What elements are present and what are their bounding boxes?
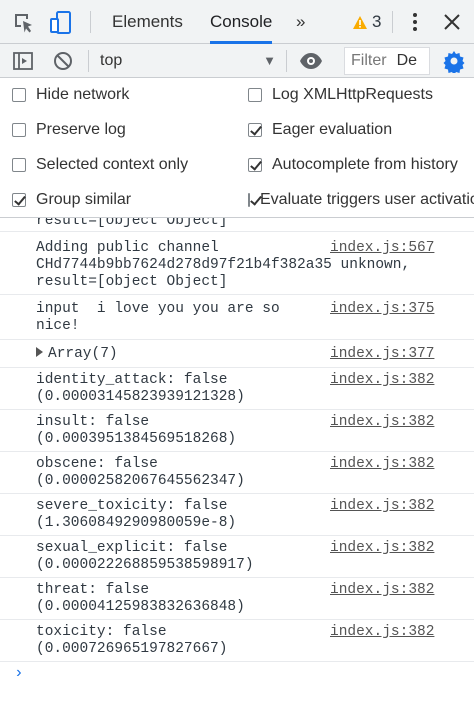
option-label: Autocomplete from history <box>272 156 458 173</box>
message-text: CHd7744b9bb7624d278d97f21b4f382a35 unkno… <box>36 257 411 273</box>
checkbox[interactable] <box>12 88 26 102</box>
filter-value: De <box>396 52 418 69</box>
option-label: Eager evaluation <box>272 121 393 138</box>
option-label: Preserve log <box>36 121 126 138</box>
array-expander[interactable]: Array(7) <box>36 346 118 363</box>
message-text: (0.00002582067645562347) <box>36 473 245 489</box>
console-message-array[interactable]: Array(7) index.js:377 <box>0 340 474 368</box>
dropdown-arrow-icon: ▼ <box>263 53 276 68</box>
message-text: (0.0003951384569518268) <box>36 431 237 447</box>
message-text: threat: false <box>36 582 150 598</box>
message-text: (0.00003145823939121328) <box>36 389 245 405</box>
message-text: severe_toxicity: false <box>36 498 228 514</box>
message-text: Array(7) <box>48 346 118 362</box>
warnings-badge[interactable]: 3 <box>352 12 381 32</box>
console-message: sexual_explicit: false (0.00002226885953… <box>0 536 474 578</box>
tab-elements[interactable]: Elements <box>112 0 183 44</box>
message-text: nice! <box>36 318 80 334</box>
source-link[interactable]: index.js:382 <box>330 540 434 557</box>
checkbox[interactable] <box>12 123 26 137</box>
evaluate-triggers-option[interactable]: Evaluate triggers user activation <box>248 188 474 212</box>
console-log: result=[object Object] Adding public cha… <box>0 218 474 710</box>
console-message: insult: false (0.0003951384569518268) in… <box>0 410 474 452</box>
message-text: (0.000022268859538598917) <box>36 557 254 573</box>
console-settings-panel: Hide network Preserve log Selected conte… <box>0 78 474 218</box>
option-label: Group similar <box>36 191 132 208</box>
source-link[interactable]: index.js:382 <box>330 624 434 641</box>
source-link[interactable]: index.js:375 <box>330 301 434 318</box>
message-text: insult: false <box>36 414 150 430</box>
message-text: identity_attack: false <box>36 372 228 388</box>
console-message-partial: result=[object Object] <box>0 218 474 232</box>
tab-console[interactable]: Console <box>210 0 273 44</box>
close-icon[interactable] <box>440 10 464 34</box>
message-text: Adding public channel <box>36 240 219 256</box>
option-label: Evaluate triggers user activation <box>260 191 474 208</box>
message-text: input i love you you are so <box>36 301 280 317</box>
clear-console-icon[interactable] <box>52 50 74 72</box>
message-text: result=[object Object] <box>36 274 228 290</box>
source-link[interactable]: index.js:382 <box>330 414 434 431</box>
autocomplete-from-history-option[interactable]: Autocomplete from history <box>248 153 458 177</box>
context-selector[interactable]: top ▼ <box>100 49 276 73</box>
filter-input[interactable]: Filter De <box>344 47 430 75</box>
source-link[interactable]: index.js:382 <box>330 456 434 473</box>
source-link[interactable]: index.js:382 <box>330 372 434 389</box>
eager-evaluation-option[interactable]: Eager evaluation <box>248 118 392 142</box>
message-text: sexual_explicit: false <box>36 540 228 556</box>
option-label: Selected context only <box>36 156 189 173</box>
message-text: result=[object Object] <box>36 218 228 229</box>
console-toolbar: top ▼ Filter De <box>0 44 474 78</box>
devtools-tab-bar: Elements Console » 3 <box>0 0 474 44</box>
warning-icon <box>353 15 367 29</box>
option-label: Hide network <box>36 86 130 103</box>
source-link[interactable]: index.js:377 <box>330 346 434 363</box>
console-message: toxicity: false (0.000726965197827667) i… <box>0 620 474 662</box>
source-link[interactable]: index.js:382 <box>330 498 434 515</box>
context-value: top <box>100 52 123 69</box>
checkbox-checked[interactable] <box>12 193 26 207</box>
warning-count: 3 <box>372 12 382 31</box>
log-xmlhttprequests-option[interactable]: Log XMLHttpRequests <box>248 83 433 107</box>
more-tabs-button[interactable]: » <box>296 0 305 44</box>
console-prompt-icon[interactable]: › <box>14 664 24 682</box>
inspect-element-icon[interactable] <box>12 11 36 35</box>
message-text: obscene: false <box>36 456 158 472</box>
checkbox[interactable] <box>248 88 262 102</box>
gear-icon[interactable] <box>442 49 466 73</box>
source-link[interactable]: index.js:567 <box>330 240 434 257</box>
device-toolbar-icon[interactable] <box>48 10 74 36</box>
hide-network-option[interactable]: Hide network <box>12 83 129 107</box>
live-expression-eye-icon[interactable] <box>298 50 324 72</box>
divider <box>392 11 393 33</box>
filter-placeholder: Filter <box>351 52 387 69</box>
checkbox[interactable] <box>12 158 26 172</box>
selected-context-only-option[interactable]: Selected context only <box>12 153 188 177</box>
checkbox-checked[interactable] <box>248 123 262 137</box>
group-similar-option[interactable]: Group similar <box>12 188 131 212</box>
console-message: input i love you you are so nice! index.… <box>0 295 474 340</box>
checkbox-checked[interactable] <box>248 193 250 207</box>
console-message: Adding public channel CHd7744b9bb7624d27… <box>0 232 474 295</box>
more-options-icon[interactable] <box>406 9 424 35</box>
message-text: toxicity: false <box>36 624 167 640</box>
message-text: (0.000726965197827667) <box>36 641 228 657</box>
console-message: severe_toxicity: false (1.30608492909800… <box>0 494 474 536</box>
message-text: (1.3060849290980059e-8) <box>36 515 237 531</box>
divider <box>90 11 91 33</box>
console-message: threat: false (0.00004125983832636848) i… <box>0 578 474 620</box>
expand-triangle-icon[interactable] <box>36 347 43 357</box>
source-link[interactable]: index.js:382 <box>330 582 434 599</box>
checkbox-checked[interactable] <box>248 158 262 172</box>
option-label: Log XMLHttpRequests <box>272 86 433 103</box>
message-text: (0.00004125983832636848) <box>36 599 245 615</box>
divider <box>286 50 287 72</box>
console-message: identity_attack: false (0.00003145823939… <box>0 368 474 410</box>
console-message: obscene: false (0.00002582067645562347) … <box>0 452 474 494</box>
divider <box>88 50 89 72</box>
preserve-log-option[interactable]: Preserve log <box>12 118 126 142</box>
show-sidebar-icon[interactable] <box>12 50 34 72</box>
